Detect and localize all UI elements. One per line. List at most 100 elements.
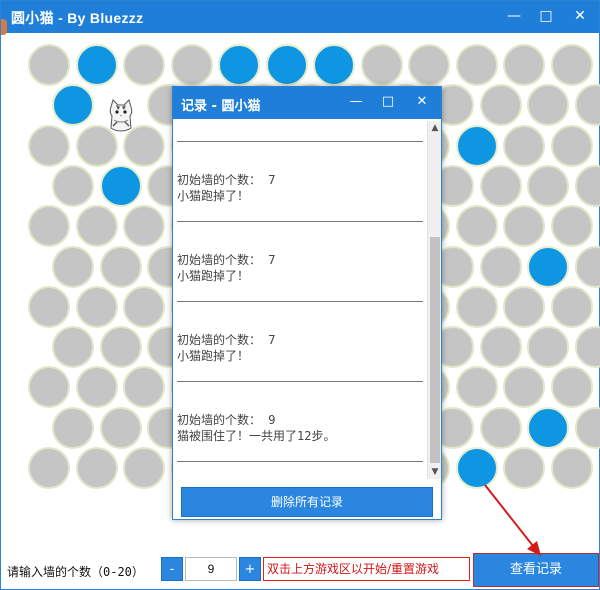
cat-icon: [109, 99, 133, 132]
empty-cell[interactable]: [75, 447, 118, 489]
wall-cell[interactable]: [313, 44, 355, 86]
scroll-thumb[interactable]: [430, 237, 440, 463]
log-scrollbar[interactable]: ▲ ▼: [427, 121, 441, 479]
empty-cell[interactable]: [574, 164, 600, 207]
wall-cell[interactable]: [527, 406, 569, 449]
log-separator: [177, 221, 423, 222]
scroll-up-icon[interactable]: ▲: [428, 121, 442, 135]
empty-cell[interactable]: [574, 406, 600, 449]
view-records-button[interactable]: 查看记录: [473, 553, 599, 587]
empty-cell[interactable]: [75, 285, 118, 328]
empty-cell[interactable]: [28, 124, 70, 167]
empty-cell[interactable]: [52, 406, 94, 449]
empty-cell[interactable]: [503, 366, 545, 409]
empty-cell[interactable]: [527, 326, 569, 369]
empty-cell[interactable]: [28, 285, 70, 328]
log-walls-line: 初始墙的个数： 9: [177, 413, 276, 427]
window-title: 圆小猫 - By Bluezzz: [11, 10, 144, 26]
wall-cell[interactable]: [455, 124, 498, 167]
wall-cell[interactable]: [75, 44, 118, 86]
dialog-close-button[interactable]: ✕: [407, 87, 437, 119]
empty-cell[interactable]: [52, 245, 94, 288]
empty-cell[interactable]: [479, 245, 522, 288]
control-bar: 请输入墙的个数（0-20） - 9 + 双击上方游戏区以开始/重置游戏 查看记录: [1, 549, 599, 589]
empty-cell[interactable]: [75, 366, 118, 409]
empty-cell[interactable]: [28, 205, 70, 248]
wall-count-label: 请输入墙的个数（0-20）: [7, 565, 144, 579]
empty-cell[interactable]: [503, 205, 545, 248]
empty-cell[interactable]: [408, 44, 450, 86]
decrement-button[interactable]: -: [161, 557, 183, 581]
empty-cell[interactable]: [455, 366, 498, 409]
close-button[interactable]: ✕: [563, 1, 597, 33]
empty-cell[interactable]: [550, 44, 593, 86]
empty-cell[interactable]: [550, 124, 593, 167]
empty-cell[interactable]: [550, 285, 593, 328]
wall-cell[interactable]: [527, 245, 569, 288]
log-separator: [177, 461, 423, 462]
empty-cell[interactable]: [503, 285, 545, 328]
empty-cell[interactable]: [503, 447, 545, 489]
wall-cell[interactable]: [52, 84, 94, 127]
log-result-line: 猫被围住了！一共用了12步。: [177, 429, 336, 443]
empty-cell[interactable]: [123, 44, 165, 86]
empty-cell[interactable]: [99, 245, 142, 288]
empty-cell[interactable]: [52, 164, 94, 207]
empty-cell[interactable]: [123, 366, 165, 409]
dialog-minimize-button[interactable]: —: [341, 87, 371, 119]
title-bar[interactable]: 圆小猫 - By Bluezzz — □ ✕: [1, 1, 599, 33]
log-walls-line: 初始墙的个数： 7: [177, 173, 276, 187]
wall-cell[interactable]: [99, 164, 142, 207]
log-walls-line: 初始墙的个数： 7: [177, 333, 276, 347]
log-result-line: 小猫跑掉了！: [177, 349, 250, 363]
scroll-down-icon[interactable]: ▼: [428, 465, 442, 479]
empty-cell[interactable]: [99, 326, 142, 369]
empty-cell[interactable]: [99, 406, 142, 449]
empty-cell[interactable]: [527, 84, 569, 127]
empty-cell[interactable]: [28, 447, 70, 489]
empty-cell[interactable]: [28, 44, 70, 86]
empty-cell[interactable]: [52, 326, 94, 369]
empty-cell[interactable]: [123, 447, 165, 489]
empty-cell[interactable]: [550, 205, 593, 248]
log-separator: [177, 141, 423, 142]
log-walls-line: 初始墙的个数： 7: [177, 253, 276, 267]
empty-cell[interactable]: [527, 164, 569, 207]
minimize-button[interactable]: —: [497, 1, 531, 33]
dialog-title: 记录 - 圆小猫: [181, 99, 261, 114]
empty-cell[interactable]: [574, 84, 600, 127]
increment-button[interactable]: +: [239, 557, 261, 581]
empty-cell[interactable]: [574, 326, 600, 369]
log-result-line: 小猫跑掉了！: [177, 269, 250, 283]
wall-cell[interactable]: [218, 44, 260, 86]
delete-all-records-button[interactable]: 删除所有记录: [181, 487, 433, 517]
wall-cell[interactable]: [265, 44, 308, 86]
empty-cell[interactable]: [503, 124, 545, 167]
empty-cell[interactable]: [550, 447, 593, 489]
dialog-maximize-button[interactable]: □: [373, 87, 403, 119]
empty-cell[interactable]: [123, 285, 165, 328]
empty-cell[interactable]: [360, 44, 403, 86]
dialog-title-bar[interactable]: 记录 - 圆小猫 — □ ✕: [173, 87, 441, 119]
empty-cell[interactable]: [75, 205, 118, 248]
empty-cell[interactable]: [28, 366, 70, 409]
empty-cell[interactable]: [455, 205, 498, 248]
wall-count-input[interactable]: 9: [185, 557, 237, 581]
maximize-button[interactable]: □: [529, 1, 563, 33]
empty-cell[interactable]: [455, 44, 498, 86]
records-log[interactable]: 初始墙的个数： 7 小猫跑掉了！ 初始墙的个数： 7 小猫跑掉了！ 初始墙的个数…: [175, 121, 427, 479]
empty-cell[interactable]: [479, 164, 522, 207]
empty-cell[interactable]: [550, 366, 593, 409]
empty-cell[interactable]: [574, 245, 600, 288]
empty-cell[interactable]: [455, 285, 498, 328]
empty-cell[interactable]: [503, 44, 545, 86]
instruction-hint: 双击上方游戏区以开始/重置游戏: [263, 557, 470, 581]
empty-cell[interactable]: [479, 84, 522, 127]
empty-cell[interactable]: [170, 44, 213, 86]
log-separator: [177, 301, 423, 302]
empty-cell[interactable]: [479, 406, 522, 449]
log-separator: [177, 381, 423, 382]
wall-cell[interactable]: [455, 447, 498, 489]
empty-cell[interactable]: [479, 326, 522, 369]
empty-cell[interactable]: [123, 205, 165, 248]
